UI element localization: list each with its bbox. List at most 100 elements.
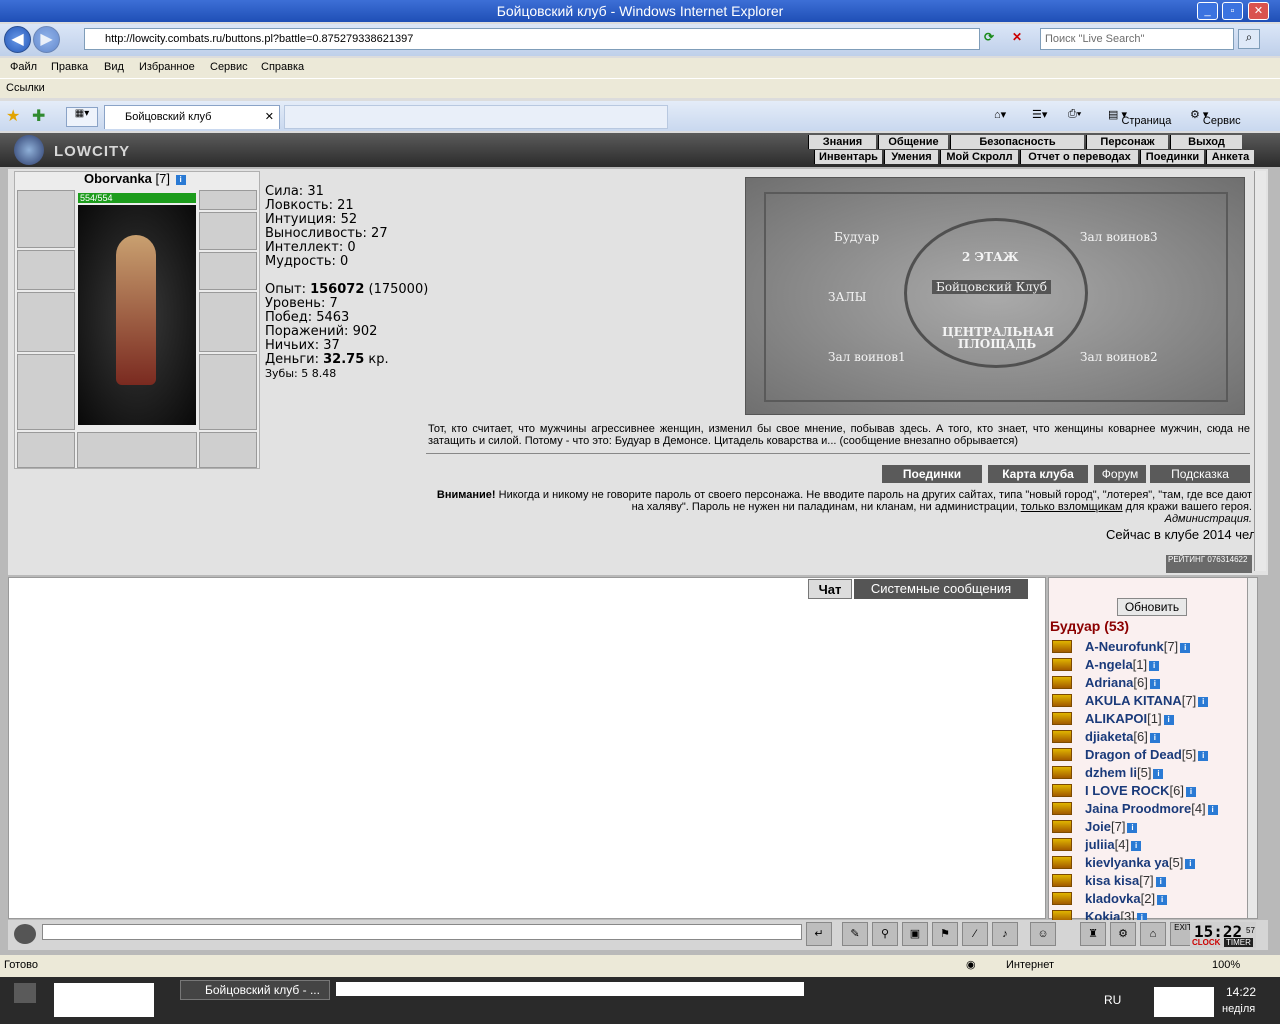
info-icon[interactable]: i (1185, 786, 1196, 797)
weapon-left-slot[interactable] (17, 292, 75, 352)
info-icon[interactable]: i (1163, 714, 1174, 725)
map-fight-club[interactable]: Бойцовский Клуб (932, 280, 1051, 294)
nav-duels[interactable]: Поединки (1140, 150, 1204, 164)
user-row[interactable]: AKULA KITANA[7] i (1049, 692, 1255, 710)
duels-button[interactable]: Поединки (882, 465, 982, 483)
minimize-button[interactable]: _ (1197, 2, 1218, 20)
user-row[interactable]: djiaketa[6] i (1049, 728, 1255, 746)
user-row[interactable]: juliia[4] i (1049, 836, 1255, 854)
user-row[interactable]: ALIKAPOI[1] i (1049, 710, 1255, 728)
tab-active[interactable]: Бойцовский клуб ✕ (104, 105, 280, 129)
info-icon[interactable]: i (1153, 768, 1164, 779)
search-icon[interactable]: ⌕ (1238, 29, 1260, 49)
menu-favorites[interactable]: Избранное (139, 61, 195, 73)
nav-skills[interactable]: Умения (884, 150, 938, 164)
user-name[interactable]: Adriana[6] i (1085, 675, 1160, 690)
taskbar-item[interactable]: Бойцовский клуб - ... (180, 980, 330, 1000)
favorites-star-icon[interactable]: ★ (6, 106, 20, 126)
menu-help[interactable]: Справка (261, 61, 304, 73)
user-name[interactable]: kievlyanka ya[5] i (1085, 855, 1196, 870)
user-row[interactable]: Jaina Proodmore[4] i (1049, 800, 1255, 818)
user-row[interactable]: A-Neurofunk[7] i (1049, 638, 1255, 656)
chat-input[interactable] (42, 924, 802, 940)
refresh-icon[interactable]: ⟳ (984, 30, 1004, 48)
page-menu[interactable]: ▤ Страница ▾ (1108, 108, 1171, 127)
info-icon[interactable]: i (1198, 696, 1209, 707)
eraser-icon[interactable]: ✎ (842, 922, 868, 946)
tools-menu[interactable]: ⚙ Сервис ▾ (1190, 108, 1241, 127)
search-input[interactable]: Поиск "Live Search" (1040, 28, 1234, 50)
club-map-button[interactable]: Карта клуба (988, 465, 1088, 483)
info-icon[interactable]: i (1198, 750, 1209, 761)
users-scrollbar[interactable] (1247, 578, 1257, 918)
smile-icon[interactable]: ☺ (1030, 922, 1056, 946)
back-icon[interactable]: ◀ (4, 26, 31, 53)
map-central-square[interactable]: ЦЕНТРАЛЬНАЯ ПЛОЩАДЬ (942, 326, 1054, 350)
hint-button[interactable]: Подсказка (1150, 465, 1250, 483)
belt-slot[interactable] (17, 432, 75, 468)
nav-character[interactable]: Персонаж (1086, 135, 1168, 149)
refresh-button[interactable]: Обновить (1117, 598, 1187, 616)
info-icon[interactable]: i (1207, 804, 1218, 815)
info-icon[interactable]: i (1157, 894, 1168, 905)
zoom-level[interactable]: 100% (1212, 959, 1240, 971)
info-icon[interactable]: i (1185, 858, 1196, 869)
info-icon[interactable]: i (1180, 642, 1191, 653)
nav-transfers[interactable]: Отчет о переводах (1020, 150, 1138, 164)
pockets-slot[interactable] (77, 432, 197, 468)
info-icon[interactable]: i (1127, 822, 1138, 833)
pants-slot[interactable] (199, 354, 257, 430)
map-boudoir[interactable]: Будуар (834, 230, 879, 244)
add-favorite-icon[interactable]: ✚ (32, 106, 45, 126)
user-name[interactable]: kisa kisa[7] i (1085, 873, 1166, 888)
bracers-slot[interactable] (17, 250, 75, 290)
rating-counter[interactable]: РЕЙТИНГ 076314622 (1166, 555, 1252, 573)
user-name[interactable]: kladovka[2] i (1085, 891, 1168, 906)
close-button[interactable]: ✕ (1248, 2, 1269, 20)
weapon-right-slot[interactable] (199, 292, 257, 352)
user-name[interactable]: A-ngela[1] i (1085, 657, 1160, 672)
map-floor2[interactable]: 2 ЭТАЖ (962, 250, 1019, 264)
chat-area[interactable] (8, 577, 1046, 919)
upper-scrollbar[interactable] (1254, 171, 1266, 571)
boots-slot[interactable] (199, 432, 257, 468)
maximize-button[interactable]: ▫ (1222, 2, 1243, 20)
club-map[interactable]: Будуар 2 ЭТАЖ Зал воинов3 Бойцовский Клу… (745, 177, 1245, 415)
user-name[interactable]: juliia[4] i (1085, 837, 1142, 852)
home-icon[interactable]: ⌂▾ (994, 108, 1006, 121)
user-row[interactable]: Adriana[6] i (1049, 674, 1255, 692)
filter-icon[interactable]: ⚲ (872, 922, 898, 946)
home-game-icon[interactable]: ⌂ (1140, 922, 1166, 946)
tab-close-icon[interactable]: ✕ (265, 106, 274, 128)
info-icon[interactable]: i (175, 174, 186, 185)
nav-communication[interactable]: Общение (878, 135, 948, 149)
user-row[interactable]: kievlyanka ya[5] i (1049, 854, 1255, 872)
nav-profile[interactable]: Анкета (1206, 150, 1254, 164)
info-icon[interactable]: i (1155, 876, 1166, 887)
forward-icon[interactable]: ▶ (33, 26, 60, 53)
nav-security[interactable]: Безопасность (950, 135, 1084, 149)
bag-icon[interactable]: ♜ (1080, 922, 1106, 946)
send-icon[interactable]: ↵ (806, 922, 832, 946)
nav-exit[interactable]: Выход (1170, 135, 1242, 149)
map-hall3[interactable]: Зал воинов3 (1080, 230, 1158, 244)
nav-knowledge[interactable]: Знания (808, 135, 876, 149)
menu-view[interactable]: Вид (104, 61, 124, 73)
nav-my-scroll[interactable]: Мой Скролл (940, 150, 1018, 164)
new-tab-area[interactable] (284, 105, 668, 129)
user-row[interactable]: Joie[7] i (1049, 818, 1255, 836)
user-row[interactable]: A-ngela[1] i (1049, 656, 1255, 674)
user-name[interactable]: Dragon of Dead[5] i (1085, 747, 1209, 762)
quest-icon[interactable]: ⚙ (1110, 922, 1136, 946)
sound-icon[interactable]: ♪ (992, 922, 1018, 946)
user-row[interactable]: kisa kisa[7] i (1049, 872, 1255, 890)
info-icon[interactable]: i (1149, 678, 1160, 689)
menu-tools[interactable]: Сервис (210, 61, 248, 73)
user-name[interactable]: Jaina Proodmore[4] i (1085, 801, 1218, 816)
warning-link[interactable]: только взломщикам (1021, 501, 1123, 513)
forum-button[interactable]: Форум (1094, 465, 1146, 483)
feed-icon[interactable]: ☰▾ (1032, 108, 1047, 121)
user-name[interactable]: ALIKAPOI[1] i (1085, 711, 1174, 726)
user-name[interactable]: I LOVE ROCK[6] i (1085, 783, 1196, 798)
user-row[interactable]: Dragon of Dead[5] i (1049, 746, 1255, 764)
